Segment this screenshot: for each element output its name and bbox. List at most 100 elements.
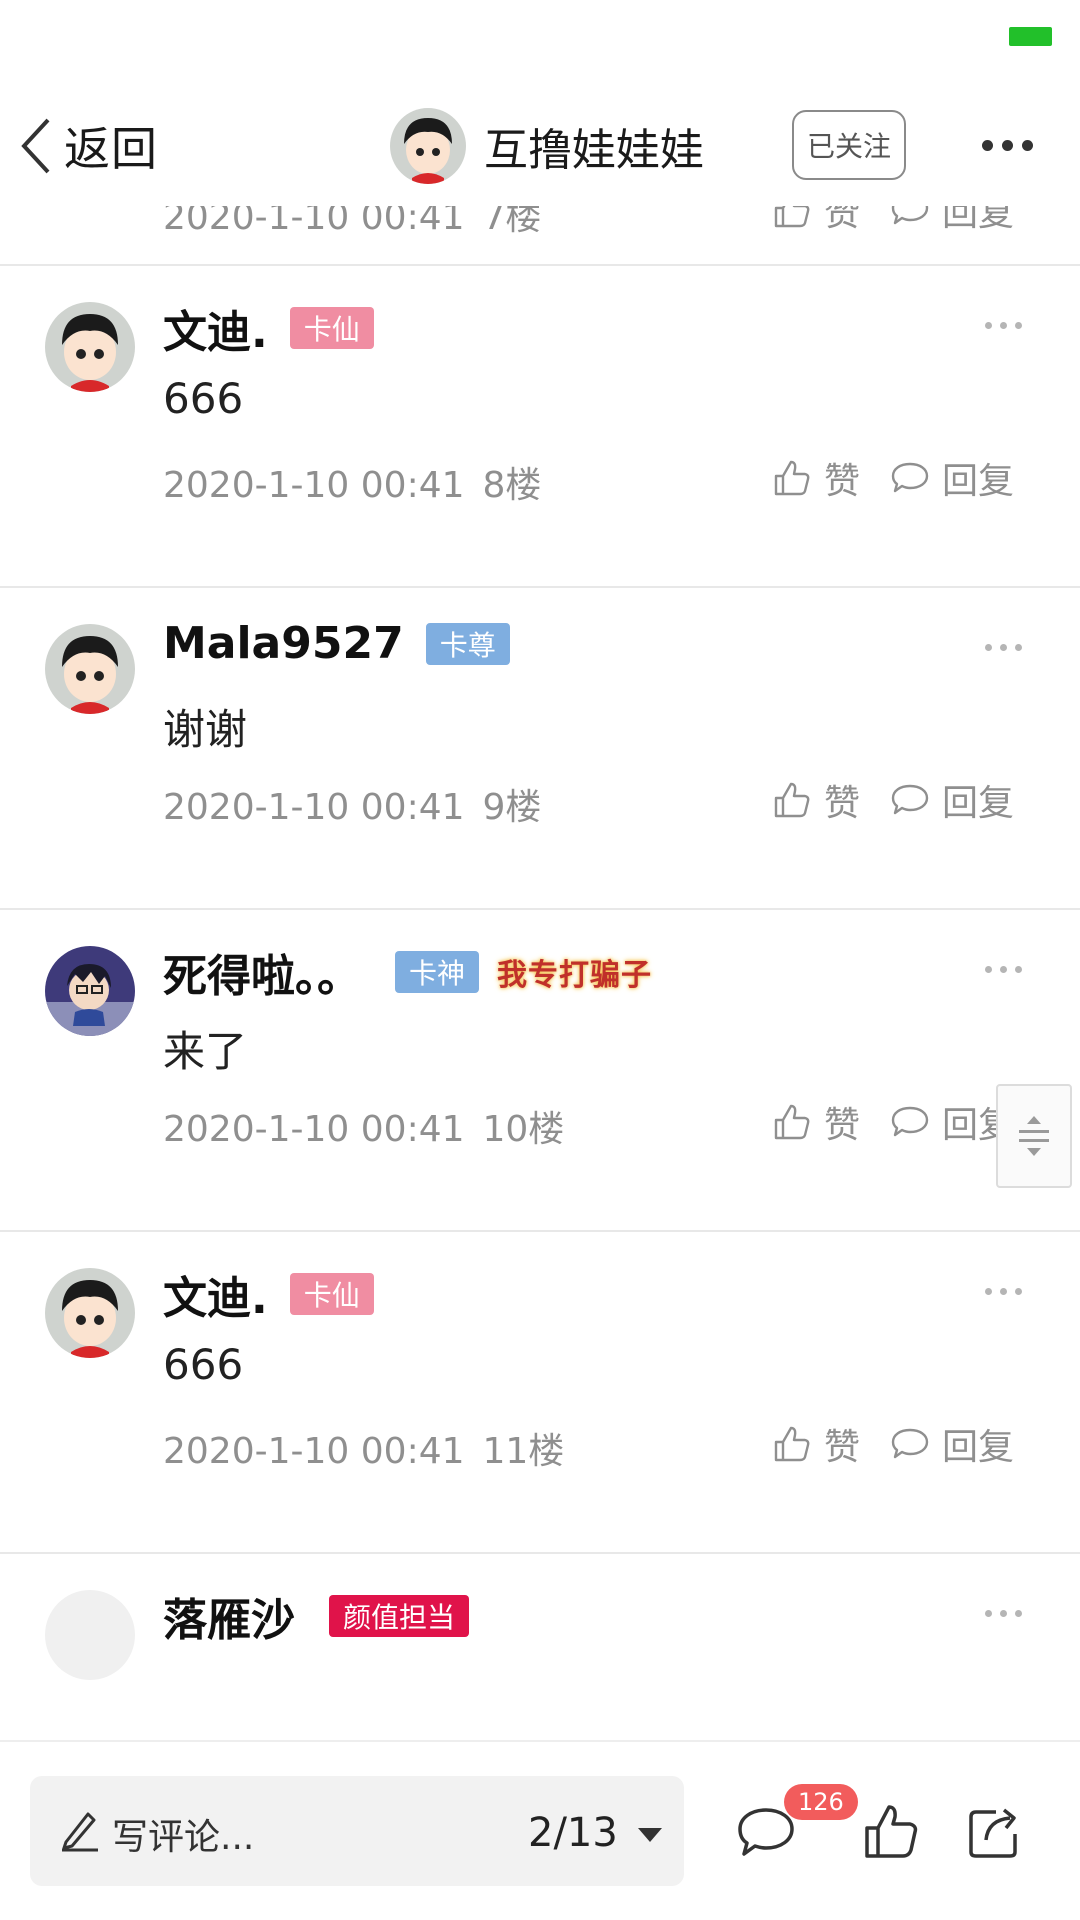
comment-header: Mala9527 卡尊 [163,618,510,669]
comment-list[interactable]: 2020-1-10 00:41 7楼 赞 回复 文迪. 卡仙 666 2020-… [0,206,1080,1740]
comment-more-icon[interactable] [985,322,1022,329]
username[interactable]: Mala9527 [163,618,404,669]
like-button[interactable]: 赞 [772,452,860,504]
like-label: 赞 [824,206,861,234]
floor-number: 10楼 [482,1109,565,1150]
comment-meta: 2020-1-10 00:41 9楼 [163,778,541,830]
comment-header: 落雁沙 颜值担当 [163,1584,470,1648]
fast-scroll-handle[interactable] [996,1084,1072,1188]
reply-label: 回复 [942,461,1015,502]
share-icon[interactable] [966,1802,1026,1860]
comment-item[interactable]: 死得啦。。 卡神 我专打骗子 来了 2020-1-10 00:41 10楼 赞 回… [0,910,1080,1232]
comment-count-badge: 126 [784,1784,858,1820]
user-avatar[interactable] [45,946,135,1036]
user-avatar[interactable] [45,1268,135,1358]
cartoon-avatar-icon [45,624,135,714]
author-avatar[interactable] [390,108,466,184]
comment-meta: 2020-1-10 00:41 8楼 [163,456,541,508]
cartoon-avatar-icon [390,108,466,184]
thumbs-up-icon[interactable] [862,1802,920,1860]
comment-actions: 赞 回复 [772,206,1014,236]
medal-badge: 我专打骗子 [497,958,653,993]
like-button[interactable]: 赞 [772,1096,860,1148]
user-avatar[interactable] [45,624,135,714]
comment-text: 来了 [163,1027,248,1076]
comment-meta: 2020-1-10 00:41 10楼 [163,1100,564,1152]
pencil-icon [62,1812,98,1852]
follow-button[interactable]: 已关注 [792,110,906,180]
comment-meta: 2020-1-10 00:41 11楼 [163,1422,564,1474]
comment-more-icon[interactable] [985,644,1022,651]
top-nav-bar: 返回 互撸娃娃娃 已关注 [0,86,1080,206]
comment-header: 死得啦。。 卡神 我专打骗子 [163,940,652,1004]
chevron-left-icon [21,118,50,174]
thumbs-up-icon [774,1104,810,1140]
like-label: 赞 [824,783,861,824]
like-button[interactable]: 赞 [772,206,860,236]
speech-bubble-icon [891,1428,929,1459]
speech-bubble-icon [891,784,929,815]
back-button[interactable]: 返回 [18,114,158,178]
anime-avatar-icon [45,946,135,1036]
comment-more-icon[interactable] [985,966,1022,973]
thumbs-up-icon [774,782,810,818]
back-label: 返回 [64,122,158,176]
more-options-icon[interactable] [982,140,1033,151]
speech-bubble-icon [891,462,929,493]
comment-header: 文迪. 卡仙 [163,1262,374,1326]
comment-input[interactable]: 写评论... 2/13 [30,1776,684,1886]
reply-button[interactable]: 回复 [890,206,1014,236]
level-badge: 颜值担当 [329,1595,470,1637]
cartoon-avatar-icon [45,302,135,392]
comment-item[interactable]: 落雁沙 颜值担当 [0,1554,1080,1740]
comment-more-icon[interactable] [985,1610,1022,1617]
caret-down-icon[interactable] [638,1828,662,1842]
page-indicator[interactable]: 2/13 [528,1810,618,1856]
comment-actions: 赞 回复 [772,1418,1014,1470]
thumbs-up-icon [774,460,810,496]
thumbs-up-icon [774,1426,810,1462]
comment-time: 2020-1-10 00:41 [163,1109,465,1150]
comment-text: 666 [163,1340,244,1389]
floor-number: 8楼 [482,465,542,506]
comment-time: 2020-1-10 00:41 [163,787,465,828]
comment-item[interactable]: 文迪. 卡仙 666 2020-1-10 00:41 11楼 赞 回复 [0,1232,1080,1554]
bottom-toolbar: 写评论... 2/13 126 [0,1740,1080,1920]
author-name: 互撸娃娃娃 [484,125,704,176]
user-avatar[interactable] [45,302,135,392]
thumbs-up-icon [774,206,810,228]
like-button[interactable]: 赞 [772,774,860,826]
floor-number: 11楼 [482,1431,565,1472]
username[interactable]: 文迪. [163,296,268,360]
battery-icon [1009,27,1052,46]
comment-time: 2020-1-10 00:41 [163,206,465,238]
comment-text: 666 [163,374,244,423]
speech-bubble-icon [891,206,929,225]
author-info[interactable]: 互撸娃娃娃 [390,108,704,184]
comment-item[interactable]: 文迪. 卡仙 666 2020-1-10 00:41 8楼 赞 回复 [0,266,1080,588]
username[interactable]: 死得啦。。 [163,940,361,1004]
level-badge: 卡尊 [425,622,510,665]
comments-icon[interactable] [736,1806,796,1862]
comment-meta: 2020-1-10 00:41 7楼 [163,206,541,240]
comment-time: 2020-1-10 00:41 [163,1431,465,1472]
user-avatar[interactable] [45,1590,135,1680]
like-label: 赞 [824,461,861,502]
comment-header: 文迪. 卡仙 [163,296,374,360]
floor-number: 7楼 [482,206,542,238]
comment-actions: 赞 回复 [772,452,1014,504]
comment-item[interactable]: Mala9527 卡尊 谢谢 2020-1-10 00:41 9楼 赞 回复 [0,588,1080,910]
comment-text: 谢谢 [163,705,248,754]
reply-button[interactable]: 回复 [890,774,1014,826]
reply-button[interactable]: 回复 [890,452,1014,504]
status-bar [0,0,1080,72]
speech-bubble-icon [891,1106,929,1137]
username[interactable]: 落雁沙 [163,1584,295,1648]
like-button[interactable]: 赞 [772,1418,860,1470]
comment-item: 2020-1-10 00:41 7楼 赞 回复 [0,206,1080,266]
username[interactable]: 文迪. [163,1262,268,1326]
comment-time: 2020-1-10 00:41 [163,465,465,506]
reply-button[interactable]: 回复 [890,1418,1014,1470]
comment-more-icon[interactable] [985,1288,1022,1295]
like-label: 赞 [824,1427,861,1468]
